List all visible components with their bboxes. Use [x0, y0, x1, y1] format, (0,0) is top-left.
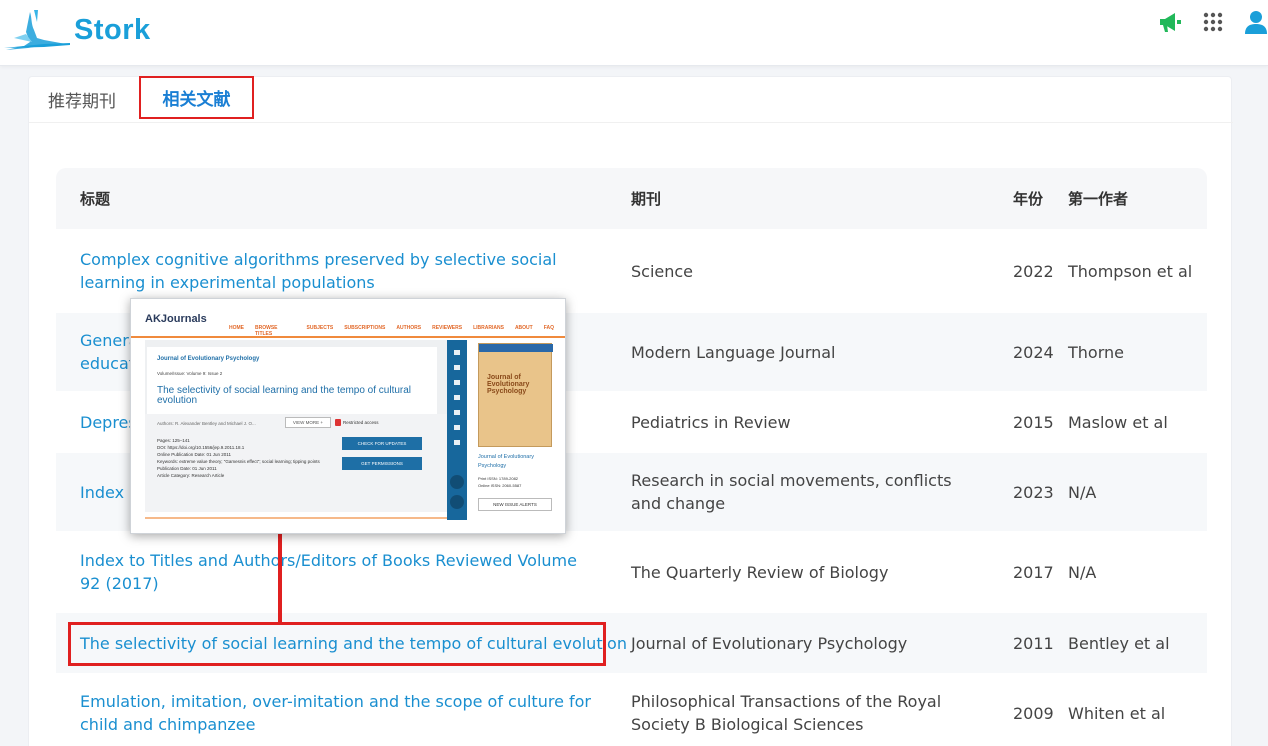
journal-cell: Science — [631, 261, 694, 281]
article-preview-popup[interactable]: AKJournals HOME BROWSE TITLES SUBJECTS S… — [130, 298, 566, 534]
author-cell: N/A — [1068, 482, 1097, 502]
preview-volume: Volume/Issue: Volume 9: Issue 2 — [157, 371, 223, 376]
preview-meta-line: Keywords: extreme value theory; "Gamesni… — [157, 459, 320, 464]
preview-meta-line: Pages: 125–141 — [157, 438, 190, 443]
preview-bottom-line — [145, 517, 447, 519]
author-cell: Maslow et al — [1068, 412, 1168, 432]
header-first-author[interactable]: 第一作者 — [1054, 188, 1207, 209]
preview-issn: Print ISSN: 1789-2082 Online ISSN: 2060-… — [478, 475, 521, 489]
title-line: educat — [80, 354, 136, 373]
preview-authors: Authors: R. Alexander Bentley and Michae… — [157, 421, 256, 426]
article-title-link[interactable]: Complex cognitive algorithms preserved b… — [80, 250, 557, 292]
cover-strip — [479, 344, 553, 352]
quote-icon — [454, 365, 460, 370]
preview-title: The selectivity of social learning and t… — [157, 385, 412, 406]
preview-view-more: VIEW MORE + — [285, 417, 331, 428]
tab-divider — [29, 122, 1233, 144]
chevron-right-icon — [450, 475, 464, 489]
preview-meta-line: Article Category: Research Article — [157, 473, 225, 478]
print-issn: Print ISSN: 1789-2082 — [478, 476, 519, 481]
year-cell: 2022 — [1013, 261, 1054, 281]
chevron-left-icon — [450, 495, 464, 509]
journal-cell: Research in social movements, conflicts … — [631, 471, 952, 513]
header-year[interactable]: 年份 — [989, 188, 1054, 209]
tab-recommended-journals[interactable]: 推荐期刊 — [29, 77, 139, 121]
journal-cell: Pediatrics in Review — [631, 412, 791, 432]
journal-cell: Modern Language Journal — [631, 342, 836, 362]
cover-title: Journal of Evolutionary Psychology — [487, 374, 530, 395]
preview-publisher-logo: AKJournals — [145, 313, 207, 325]
preview-issue-alerts: NEW ISSUE ALERTS — [478, 498, 552, 511]
user-icon[interactable] — [1244, 10, 1268, 34]
share-icon — [454, 380, 460, 385]
preview-get-permissions: GET PERMISSIONS — [342, 457, 422, 470]
author-cell: Bentley et al — [1068, 633, 1170, 653]
megaphone-icon[interactable] — [1158, 10, 1182, 34]
stork-bird-icon — [4, 10, 70, 50]
journal-cover: Journal of Evolutionary Psychology — [478, 343, 553, 447]
tab-related-literature[interactable]: 相关文献 — [139, 76, 254, 119]
stork-logo[interactable]: Stork — [4, 8, 151, 52]
author-cell: Thompson et al — [1068, 261, 1193, 281]
tab-bar: 推荐期刊 相关文献 — [29, 76, 254, 121]
year-cell: 2024 — [1013, 342, 1054, 362]
year-cell: 2011 — [1013, 633, 1054, 653]
preview-meta: Pages: 125–141 DOI: https://doi.org/10.1… — [157, 437, 337, 479]
header-title[interactable]: 标题 — [56, 188, 607, 209]
online-issn: Online ISSN: 2060-5587 — [478, 483, 522, 488]
article-title-link[interactable]: Index — [80, 483, 124, 502]
preview-divider — [131, 336, 565, 338]
header-journal[interactable]: 期刊 — [607, 188, 989, 209]
table-row: Emulation, imitation, over-imitation and… — [56, 673, 1207, 746]
annotation-arrow — [278, 524, 282, 622]
mail-icon — [454, 395, 460, 400]
year-cell: 2015 — [1013, 412, 1054, 432]
article-title-link[interactable]: Index to Titles and Authors/Editors of B… — [80, 551, 577, 593]
preview-meta-line: DOI: https://doi.org/10.1556/jep.9.2011.… — [157, 445, 245, 450]
author-cell: Whiten et al — [1068, 703, 1166, 723]
journal-cell: The Quarterly Review of Biology — [631, 562, 889, 582]
preview-meta-line: Publication Date: 01 Jun 2011 — [157, 466, 217, 471]
year-cell: 2017 — [1013, 562, 1054, 582]
preview-check-updates: CHECK FOR UPDATES — [342, 437, 422, 450]
lock-icon — [335, 419, 341, 426]
x-icon — [454, 425, 460, 430]
journal-cell: Philosophical Transactions of the Royal … — [631, 692, 942, 734]
year-cell: 2023 — [1013, 482, 1054, 502]
preview-cover-journal: Journal of Evolutionary Psychology — [478, 454, 534, 469]
preview-journal: Journal of Evolutionary Psychology — [157, 356, 260, 362]
apps-grid-icon[interactable] — [1201, 10, 1225, 34]
article-title-link[interactable]: Emulation, imitation, over-imitation and… — [80, 692, 591, 734]
app-header: Stork — [0, 0, 1268, 66]
year-cell: 2009 — [1013, 703, 1054, 723]
journal-cell: Journal of Evolutionary Psychology — [631, 633, 908, 653]
table-header: 标题 期刊 年份 第一作者 — [56, 168, 1207, 229]
print-icon — [454, 350, 460, 355]
preview-meta-line: Online Publication Date: 01 Jun 2011 — [157, 452, 231, 457]
table-row: Index to Titles and Authors/Editors of B… — [56, 531, 1207, 613]
facebook-icon — [454, 410, 460, 415]
header-actions — [1158, 10, 1268, 34]
linkedin-icon — [454, 440, 460, 445]
highlight-box — [68, 622, 606, 666]
preview-restricted: Restricted access — [343, 420, 379, 425]
app-name: Stork — [74, 13, 151, 46]
preview-share-sidebar — [447, 340, 467, 520]
author-cell: Thorne — [1068, 342, 1124, 362]
article-title-link[interactable]: Depres — [80, 413, 137, 432]
author-cell: N/A — [1068, 562, 1097, 582]
